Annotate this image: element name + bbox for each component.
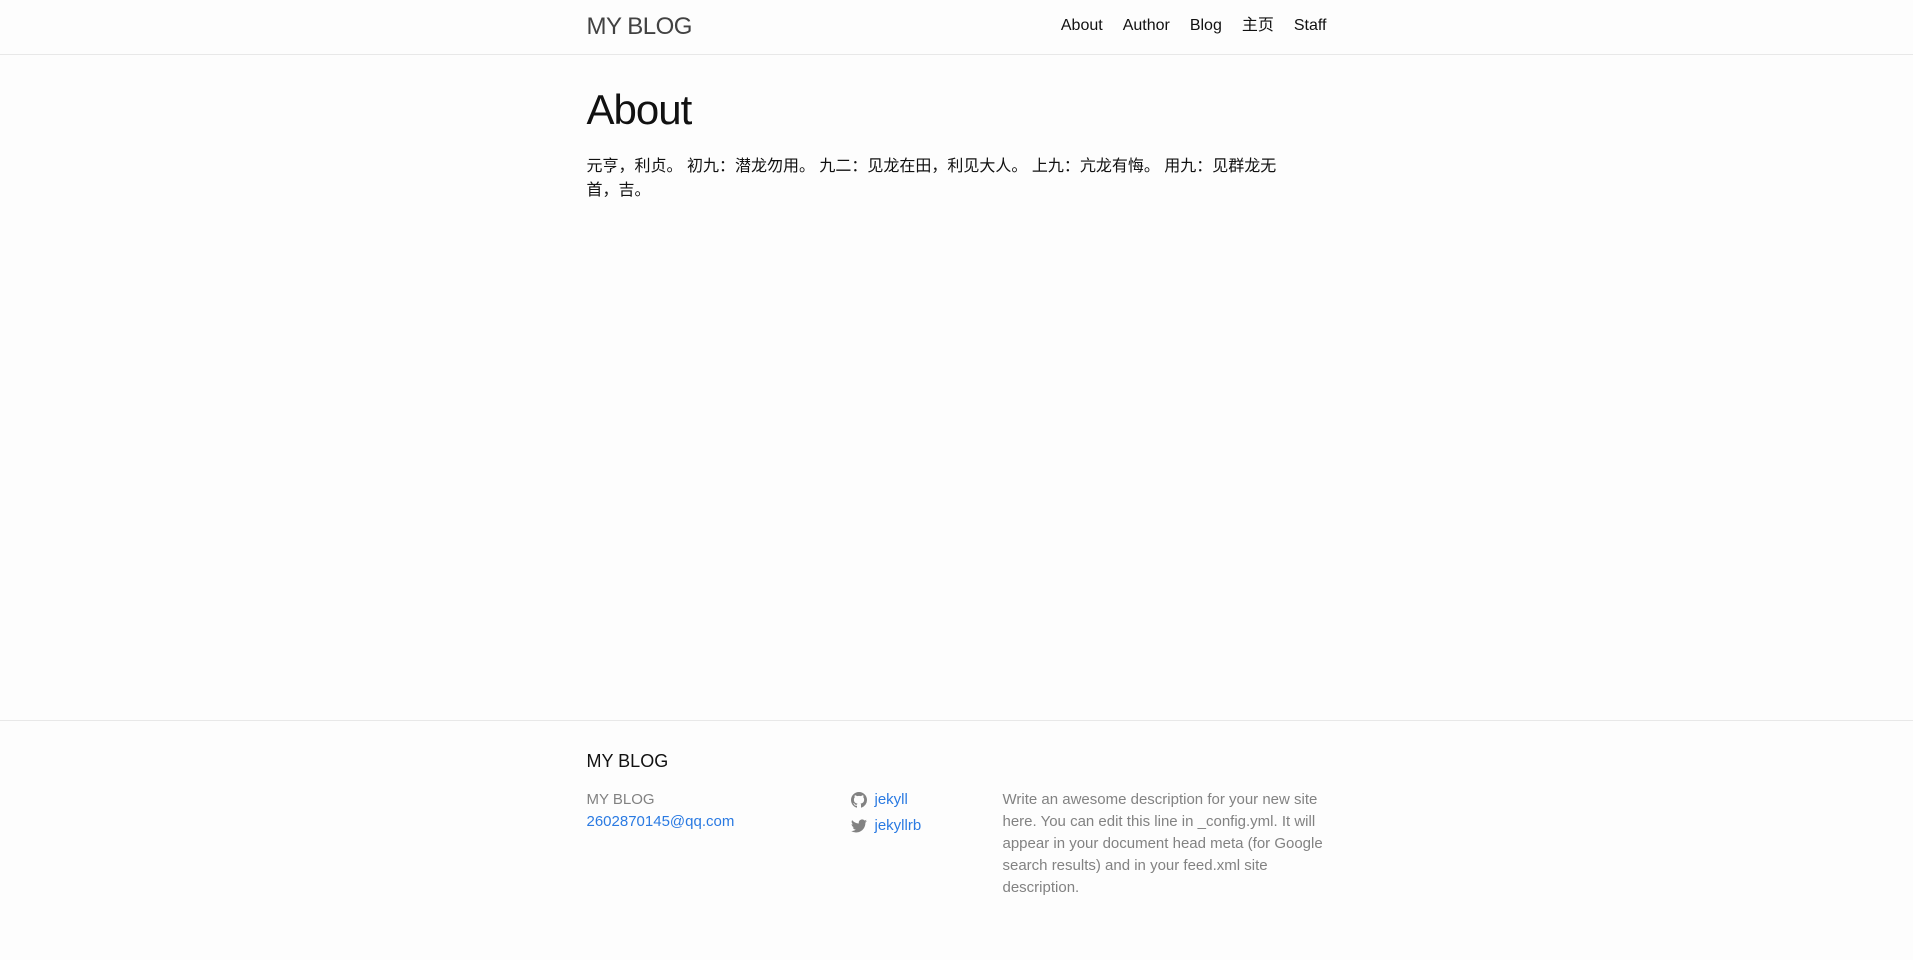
site-header: MY BLOG About Author Blog 主页 Staff xyxy=(0,0,1913,55)
nav-link-author[interactable]: Author xyxy=(1123,16,1170,36)
content-wrapper: About 元亨，利贞。 初九：潜龙勿用。 九二：见龙在田，利见大人。 上九：亢… xyxy=(587,85,1327,203)
page-title: About xyxy=(586,86,693,133)
footer-email-link[interactable]: 2602870145@qq.com xyxy=(587,813,735,830)
site-footer: MY BLOG MY BLOG 2602870145@qq.com jekyll xyxy=(0,720,1913,960)
page-content: About 元亨，利贞。 初九：潜龙勿用。 九二：见龙在田，利见大人。 上九：亢… xyxy=(0,55,1913,720)
footer-social-list: jekyll jekyllrb xyxy=(850,789,1003,899)
github-link[interactable]: jekyll xyxy=(875,789,908,811)
social-item-github[interactable]: jekyll xyxy=(850,789,1003,811)
footer-description: Write an awesome description for your ne… xyxy=(1002,791,1323,896)
footer-columns: MY BLOG 2602870145@qq.com jekyll jekyllr… xyxy=(587,789,1327,899)
page-body-text: 元亨，利贞。 初九：潜龙勿用。 九二：见龙在田，利见大人。 上九：亢龙有悔。 用… xyxy=(586,158,1277,199)
nav-link-blog[interactable]: Blog xyxy=(1190,16,1222,36)
github-icon xyxy=(850,792,867,808)
nav-link-home[interactable]: 主页 xyxy=(1242,16,1274,36)
site-nav: About Author Blog 主页 Staff xyxy=(1041,16,1327,36)
footer-wrapper: MY BLOG MY BLOG 2602870145@qq.com jekyll xyxy=(587,751,1327,899)
social-item-twitter[interactable]: jekyllrb xyxy=(850,815,1003,837)
footer-description-col: Write an awesome description for your ne… xyxy=(1003,789,1327,899)
footer-contact-name: MY BLOG xyxy=(586,791,655,808)
twitter-link[interactable]: jekyllrb xyxy=(875,815,922,837)
nav-link-about[interactable]: About xyxy=(1061,16,1103,36)
twitter-icon xyxy=(850,818,867,834)
footer-heading: MY BLOG xyxy=(586,751,669,771)
site-title-link[interactable]: MY BLOG xyxy=(587,13,693,41)
nav-link-staff[interactable]: Staff xyxy=(1294,16,1327,36)
footer-contact-list: MY BLOG 2602870145@qq.com xyxy=(587,789,851,899)
